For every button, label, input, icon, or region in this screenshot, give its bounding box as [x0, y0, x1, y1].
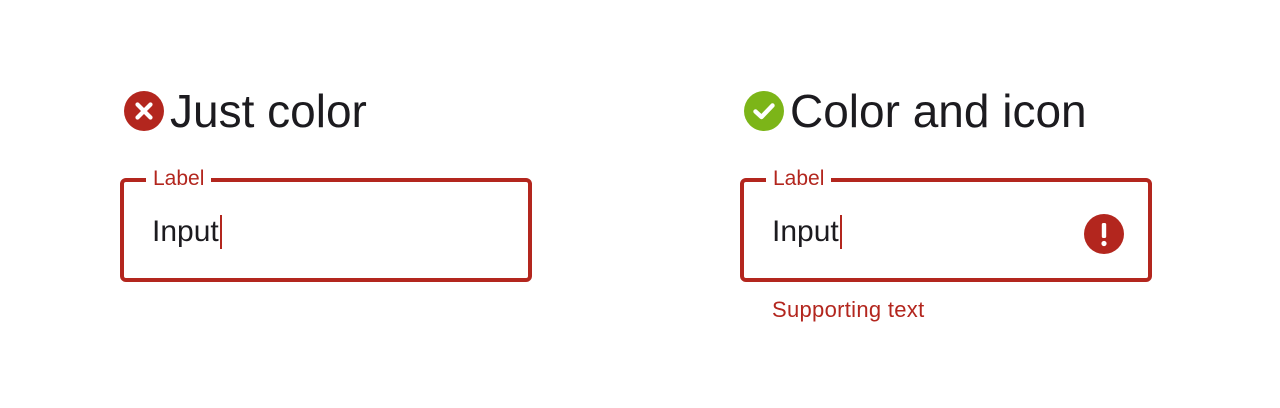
field-input[interactable]: Input	[772, 214, 842, 250]
example-heading: Color and icon	[744, 88, 1087, 134]
field-input-value: Input	[772, 215, 839, 248]
field-input[interactable]: Input	[152, 214, 222, 250]
example-title: Just color	[170, 85, 367, 137]
field-label: Label	[766, 165, 832, 193]
field-input-value: Input	[152, 215, 219, 248]
text-field-outlined-error[interactable]: Label Input	[120, 165, 532, 282]
text-caret	[219, 215, 222, 249]
text-field-outlined-error[interactable]: Label Input	[740, 165, 1152, 282]
close-circle-icon	[124, 91, 164, 131]
text-caret	[839, 215, 842, 249]
error-exclamation-icon	[1084, 214, 1124, 254]
example-heading: Just color	[124, 88, 367, 134]
supporting-text: Supporting text	[772, 297, 925, 322]
example-color-and-icon: Color and icon Label Input Supporting te…	[740, 88, 1152, 322]
field-label: Label	[146, 165, 212, 193]
example-just-color: Just color Label Input	[120, 88, 532, 282]
example-title: Color and icon	[790, 85, 1087, 137]
check-circle-icon	[744, 91, 784, 131]
